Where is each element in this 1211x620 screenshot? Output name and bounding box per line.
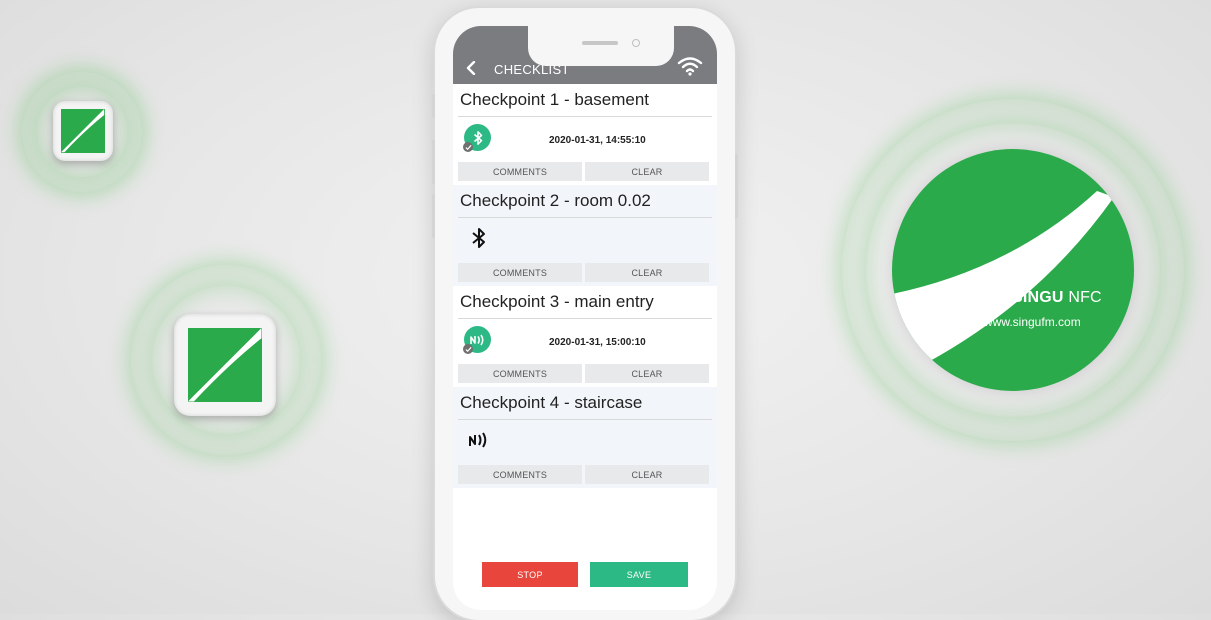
checkpoint-title: Checkpoint 4 - staircase xyxy=(460,393,643,412)
beacon-tag-large xyxy=(174,314,276,416)
checkpoint-item: Checkpoint 2 - room 0.02 COMMENTS CLEAR xyxy=(453,185,717,286)
phone-notch xyxy=(528,26,674,66)
app-screen: CHECKLIST Checkpoint 1 - basement 2020-0… xyxy=(453,26,717,610)
phone-side-button xyxy=(735,154,738,218)
brand-logo-icon xyxy=(188,328,262,402)
checkpoint-timestamp: 2020-01-31, 14:55:10 xyxy=(549,135,646,146)
divider xyxy=(458,318,712,319)
brand-swoosh-icon xyxy=(892,191,1114,361)
checkpoint-item: Checkpoint 3 - main entry 2020-01-31, 15… xyxy=(453,286,717,387)
divider xyxy=(458,217,712,218)
nfc-icon xyxy=(469,432,487,448)
checkpoint-title: Checkpoint 2 - room 0.02 xyxy=(460,191,651,210)
speaker-grille xyxy=(582,41,618,45)
clear-button[interactable]: CLEAR xyxy=(585,465,709,484)
checkpoint-timestamp: 2020-01-31, 15:00:10 xyxy=(549,337,646,348)
front-camera xyxy=(632,39,640,47)
chevron-left-icon[interactable] xyxy=(466,61,476,75)
checkpoint-title: Checkpoint 1 - basement xyxy=(460,90,649,109)
checkpoint-title: Checkpoint 3 - main entry xyxy=(460,292,654,311)
bluetooth-icon xyxy=(472,228,485,248)
divider xyxy=(458,419,712,420)
comments-button[interactable]: COMMENTS xyxy=(458,465,582,484)
checkpoint-item: Checkpoint 4 - staircase COMMENTS CLEAR xyxy=(453,387,717,488)
save-button[interactable]: SAVE xyxy=(590,562,688,587)
checklist: Checkpoint 1 - basement 2020-01-31, 14:5… xyxy=(453,84,717,488)
brand-logo-icon xyxy=(61,109,105,153)
comments-button[interactable]: COMMENTS xyxy=(458,364,582,383)
nfc-tag-disc: SINGU NFC www.singufm.com xyxy=(892,149,1134,391)
phone-side-button xyxy=(432,194,435,238)
check-icon xyxy=(463,142,473,152)
clear-button[interactable]: CLEAR xyxy=(585,263,709,282)
beacon-tag-small xyxy=(53,101,113,161)
stop-button[interactable]: STOP xyxy=(482,562,578,587)
comments-button[interactable]: COMMENTS xyxy=(458,162,582,181)
checkpoint-item: Checkpoint 1 - basement 2020-01-31, 14:5… xyxy=(453,84,717,185)
nfc-url-text: www.singufm.com xyxy=(984,315,1081,329)
checkpoint-status-completed xyxy=(463,124,491,152)
divider xyxy=(458,116,712,117)
phone-frame: CHECKLIST Checkpoint 1 - basement 2020-0… xyxy=(432,8,738,620)
comments-button[interactable]: COMMENTS xyxy=(458,263,582,282)
check-icon xyxy=(463,344,473,354)
nfc-icon xyxy=(469,334,484,345)
clear-button[interactable]: CLEAR xyxy=(585,162,709,181)
phone-side-button xyxy=(432,94,435,118)
checkpoint-status-completed xyxy=(463,326,491,354)
phone-side-button xyxy=(432,140,435,184)
clear-button[interactable]: CLEAR xyxy=(585,364,709,383)
nfc-brand-text: SINGU NFC xyxy=(1012,289,1102,306)
wifi-icon xyxy=(677,57,703,76)
bluetooth-icon xyxy=(473,130,482,145)
